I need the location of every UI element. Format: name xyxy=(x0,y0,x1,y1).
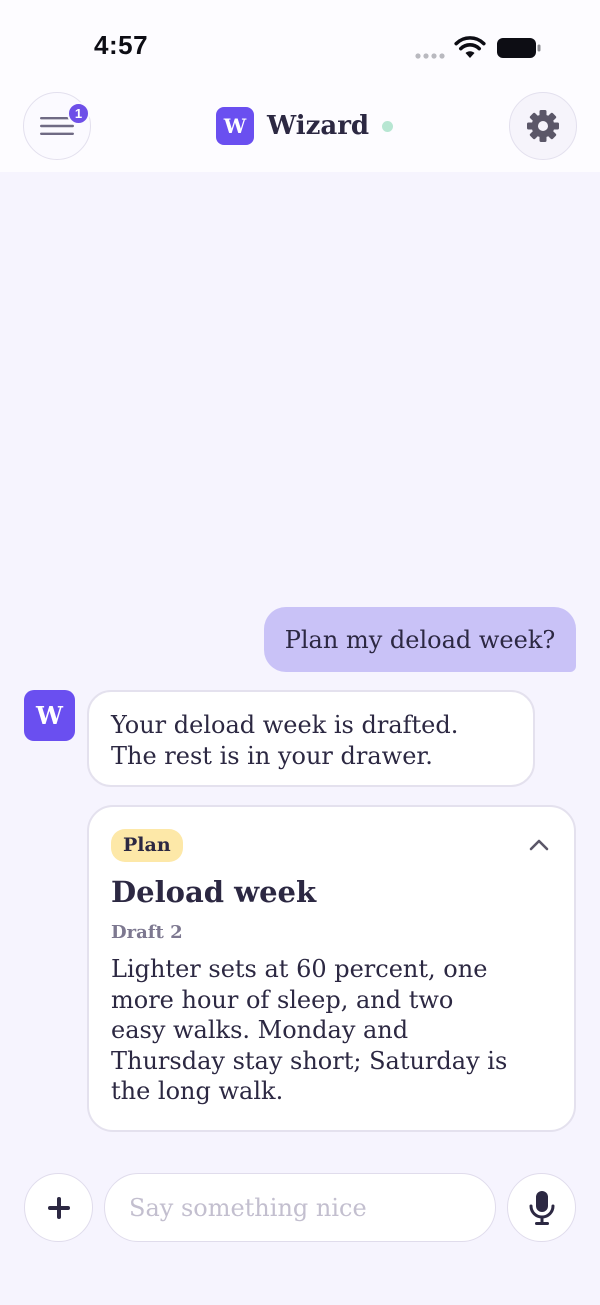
app-header: 1 W Wizard xyxy=(0,90,600,172)
status-time: 4:57 xyxy=(94,30,149,60)
signal-dots-icon xyxy=(415,53,445,59)
battery-icon xyxy=(497,38,541,58)
plan-body: Lighter sets at 60 percent, one more hou… xyxy=(111,955,508,1105)
add-attachment-button[interactable] xyxy=(24,1173,93,1242)
microphone-button[interactable] xyxy=(507,1173,576,1242)
plan-card[interactable]: Plan Deload week Draft 2 Lighter sets at… xyxy=(87,805,576,1132)
brand-logo: W xyxy=(216,107,254,145)
chevron-up-icon[interactable] xyxy=(528,837,550,853)
online-status-dot xyxy=(382,120,394,132)
plan-draft-label: Draft 2 xyxy=(111,922,183,943)
plan-tag: Plan xyxy=(111,829,183,862)
status-bar: 4:57 xyxy=(0,0,600,90)
settings-button[interactable] xyxy=(509,92,577,160)
assistant-avatar: W xyxy=(24,690,75,741)
plan-title: Deload week xyxy=(111,875,317,909)
message-input[interactable] xyxy=(104,1173,496,1242)
plus-icon xyxy=(47,1196,70,1219)
assistant-message-bubble: Your deload week is drafted. The rest is… xyxy=(87,690,535,787)
notification-badge: 1 xyxy=(67,102,90,125)
microphone-icon xyxy=(529,1190,554,1225)
user-message-bubble: Plan my deload week? xyxy=(264,607,576,672)
wifi-icon xyxy=(454,36,486,58)
page-title: Wizard xyxy=(267,111,370,141)
gear-icon xyxy=(527,110,559,142)
brand: W Wizard xyxy=(216,107,394,145)
menu-button[interactable]: 1 xyxy=(23,92,91,160)
